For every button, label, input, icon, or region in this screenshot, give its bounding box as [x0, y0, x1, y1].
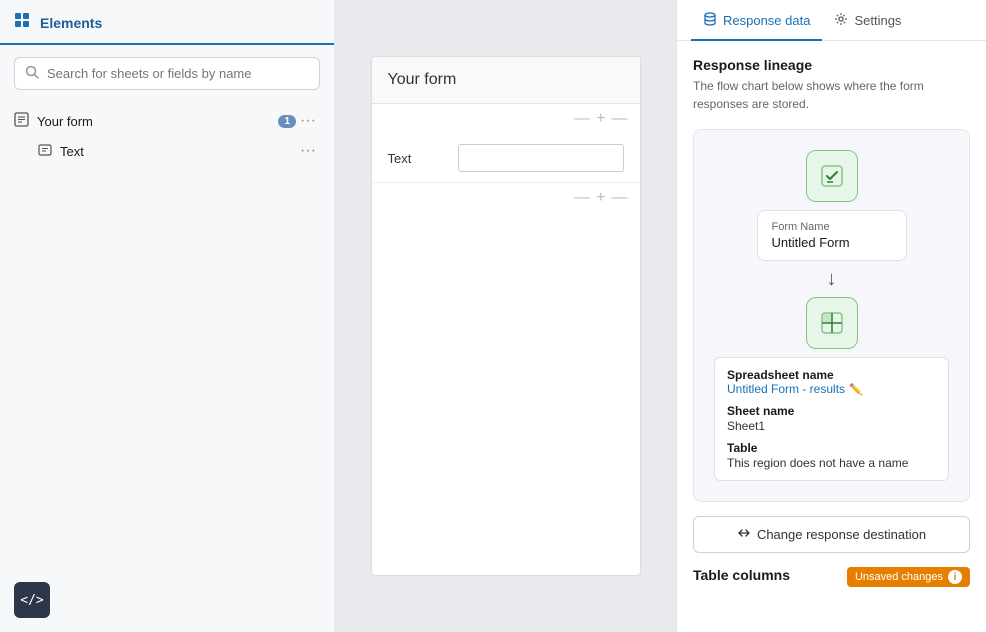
unsaved-badge-text: Unsaved changes — [855, 571, 943, 583]
form-field-label: Text — [388, 151, 448, 166]
right-panel: Response data Settings Response lineage … — [676, 0, 986, 632]
spreadsheet-details: Spreadsheet name Untitled Form - results… — [714, 357, 949, 481]
text-field-icon — [38, 143, 52, 160]
response-lineage-title: Response lineage — [693, 57, 970, 73]
tree-child-menu[interactable]: ··· — [296, 142, 320, 160]
database-icon — [703, 12, 717, 29]
sheet-name-row: Sheet name Sheet1 — [727, 404, 936, 433]
form-preview-title: Your form — [388, 71, 624, 89]
search-input[interactable] — [47, 66, 309, 81]
sheet-name-value: Sheet1 — [727, 419, 936, 433]
change-response-icon — [737, 526, 751, 543]
tree-section: Your form 1 ··· Text ··· — [0, 98, 334, 174]
right-tabs: Response data Settings — [677, 0, 986, 41]
left-panel: Elements — [0, 0, 335, 632]
tab-settings-label: Settings — [854, 13, 901, 28]
form-flow-icon — [806, 150, 858, 202]
table-label: Table — [727, 441, 936, 455]
unsaved-changes-badge: Unsaved changes i — [847, 567, 970, 587]
form-icon — [14, 112, 29, 130]
right-content: Response lineage The flow chart below sh… — [677, 41, 986, 632]
form-divider-top: — + — — [372, 104, 640, 134]
change-response-btn[interactable]: Change response destination — [693, 516, 970, 553]
change-response-label: Change response destination — [757, 527, 926, 542]
tree-root-item[interactable]: Your form 1 ··· — [0, 106, 334, 136]
table-columns-label: Table columns — [693, 567, 790, 583]
tree-root-badge: 1 — [278, 115, 296, 128]
spreadsheet-name-value[interactable]: Untitled Form - results ✏️ — [727, 382, 936, 396]
tree-root-menu[interactable]: ··· — [296, 112, 320, 130]
add-field-icon[interactable]: + — [596, 110, 605, 128]
spreadsheet-flow-icon — [806, 297, 858, 349]
form-name-box: Form Name Untitled Form — [757, 210, 907, 261]
search-icon — [25, 65, 39, 82]
table-row-detail: Table This region does not have a name — [727, 441, 936, 470]
form-divider-bottom: — + — — [372, 183, 640, 213]
form-field-input[interactable] — [458, 144, 624, 172]
tree-child-item[interactable]: Text ··· — [0, 136, 334, 166]
flowchart-container: Form Name Untitled Form ↓ — [693, 129, 970, 502]
info-icon: i — [948, 570, 962, 584]
gear-icon — [834, 12, 848, 29]
tab-response-data[interactable]: Response data — [691, 0, 822, 41]
tab-response-data-label: Response data — [723, 13, 810, 28]
form-preview: Your form — + — Text — + — — [371, 56, 641, 576]
spreadsheet-name-row: Spreadsheet name Untitled Form - results… — [727, 368, 936, 396]
middle-panel: Your form — + — Text — + — — [335, 0, 676, 632]
code-button[interactable]: </> — [14, 582, 50, 618]
code-icon: </> — [20, 593, 43, 608]
add-field-bottom-icon[interactable]: + — [596, 189, 605, 207]
form-name-value: Untitled Form — [772, 235, 892, 250]
form-name-label: Form Name — [772, 221, 892, 233]
tree-child-label: Text — [60, 144, 296, 159]
panel-title: Elements — [14, 12, 320, 33]
flow-arrow-down: ↓ — [827, 269, 837, 289]
table-columns-row: Table columns Unsaved changes i — [693, 567, 970, 587]
response-lineage-desc: The flow chart below shows where the for… — [693, 77, 970, 113]
tab-settings[interactable]: Settings — [822, 0, 913, 41]
elements-icon — [14, 12, 32, 33]
panel-header: Elements — [0, 12, 334, 45]
form-preview-header: Your form — [372, 57, 640, 104]
form-field-row: Text — [372, 134, 640, 183]
edit-spreadsheet-icon[interactable]: ✏️ — [849, 383, 863, 396]
table-value: This region does not have a name — [727, 456, 936, 470]
search-bar[interactable] — [14, 57, 320, 90]
spreadsheet-name-label: Spreadsheet name — [727, 368, 936, 382]
tree-root-label: Your form — [37, 114, 272, 129]
sheet-name-label: Sheet name — [727, 404, 936, 418]
panel-title-text: Elements — [40, 15, 102, 31]
